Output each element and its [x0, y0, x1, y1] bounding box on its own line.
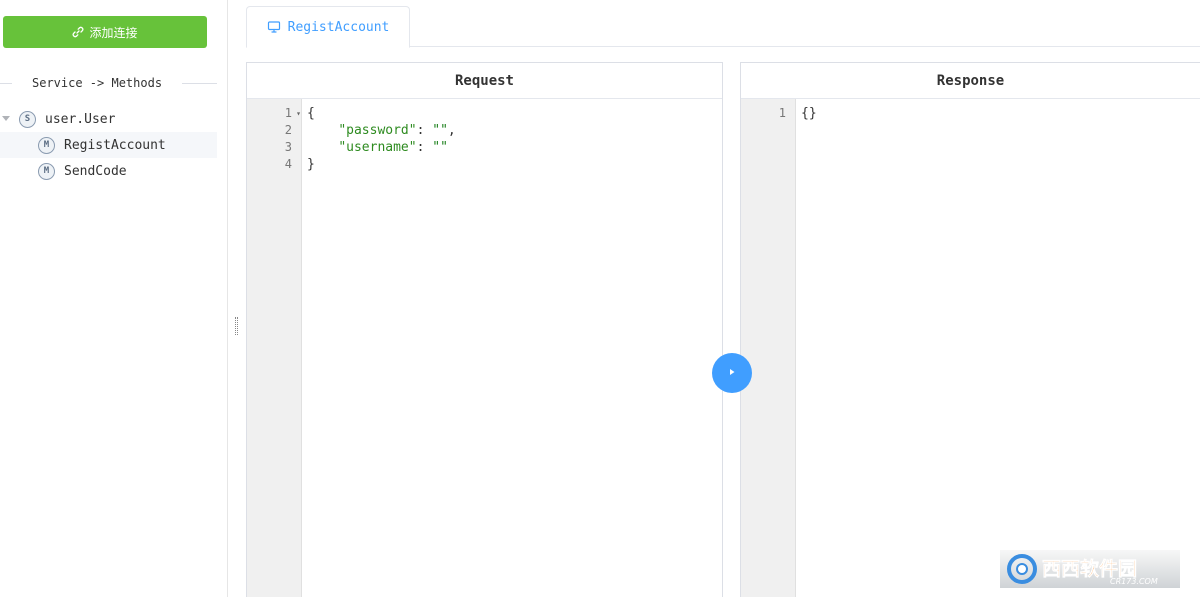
add-connection-button[interactable]: 添加连接 [3, 16, 207, 48]
method-badge-icon: M [38, 136, 55, 154]
tab-registaccount[interactable]: RegistAccount [246, 6, 410, 48]
line-number: 1 [778, 106, 786, 120]
code-line: "username": "" [307, 139, 722, 156]
request-gutter: 1 ▾ 2 3 4 [247, 99, 302, 597]
tree-node-method-sendcode[interactable]: M SendCode [0, 158, 217, 184]
json-separator: : [416, 123, 433, 138]
run-request-button[interactable] [712, 353, 752, 393]
add-connection-label: 添加连接 [89, 25, 138, 40]
json-comma: , [447, 123, 456, 138]
line-number: 2 [284, 123, 292, 137]
response-code[interactable]: {} [796, 99, 1200, 597]
request-code[interactable]: { "password": "", "username": "" } [302, 99, 722, 597]
code-line: "password": "", [307, 122, 722, 139]
request-panel: Request 1 ▾ 2 3 4 { "password": "", "user… [246, 62, 723, 597]
json-value: "" [432, 123, 448, 138]
service-label: user.User [45, 111, 116, 127]
json-value: "" [432, 140, 448, 155]
monitor-icon [267, 20, 281, 34]
json-key: "username" [338, 140, 417, 155]
method-badge-icon: M [38, 162, 55, 180]
line-number: 3 [284, 140, 292, 154]
divider-line-right [182, 82, 217, 84]
response-panel-title: Response [741, 63, 1200, 99]
json-separator: : [416, 140, 433, 155]
line-number: 1 ▾ [284, 105, 301, 122]
tabs-bar: RegistAccount [246, 0, 1200, 48]
sidebar-resize-handle[interactable] [235, 317, 238, 335]
divider-line-left [0, 82, 12, 84]
request-panel-title: Request [247, 63, 722, 99]
method-label: SendCode [64, 163, 127, 179]
watermark-logo: 西西软件园 CR173.COM [1000, 550, 1180, 588]
method-label: RegistAccount [64, 137, 166, 153]
caret-down-icon[interactable] [1, 114, 11, 124]
tree-node-service[interactable]: S user.User [0, 106, 217, 132]
response-gutter: 1 [741, 99, 796, 597]
line-number: 4 [284, 157, 292, 171]
tab-label: RegistAccount [287, 19, 390, 35]
divider-title: Service -> Methods [32, 76, 163, 90]
service-tree: S user.User M RegistAccount M SendCode [0, 106, 217, 184]
response-editor[interactable]: 1 {} [741, 99, 1200, 597]
sidebar: 添加连接 Service -> Methods S user.User M Re… [0, 0, 228, 597]
svg-text:CR173.COM: CR173.COM [1110, 577, 1158, 586]
tree-node-method-registaccount[interactable]: M RegistAccount [0, 132, 217, 158]
code-line: } [307, 157, 315, 172]
link-icon [72, 26, 84, 38]
code-line: { [307, 106, 315, 121]
json-key: "password" [338, 123, 417, 138]
request-editor[interactable]: 1 ▾ 2 3 4 { "password": "", "username": "… [247, 99, 722, 597]
play-icon [727, 366, 737, 381]
service-badge-icon: S [19, 110, 36, 128]
code-line: {} [801, 106, 817, 121]
fold-arrow-icon[interactable]: ▾ [296, 105, 301, 122]
service-methods-divider: Service -> Methods [0, 74, 217, 92]
response-panel: Response 1 {} [740, 62, 1200, 597]
